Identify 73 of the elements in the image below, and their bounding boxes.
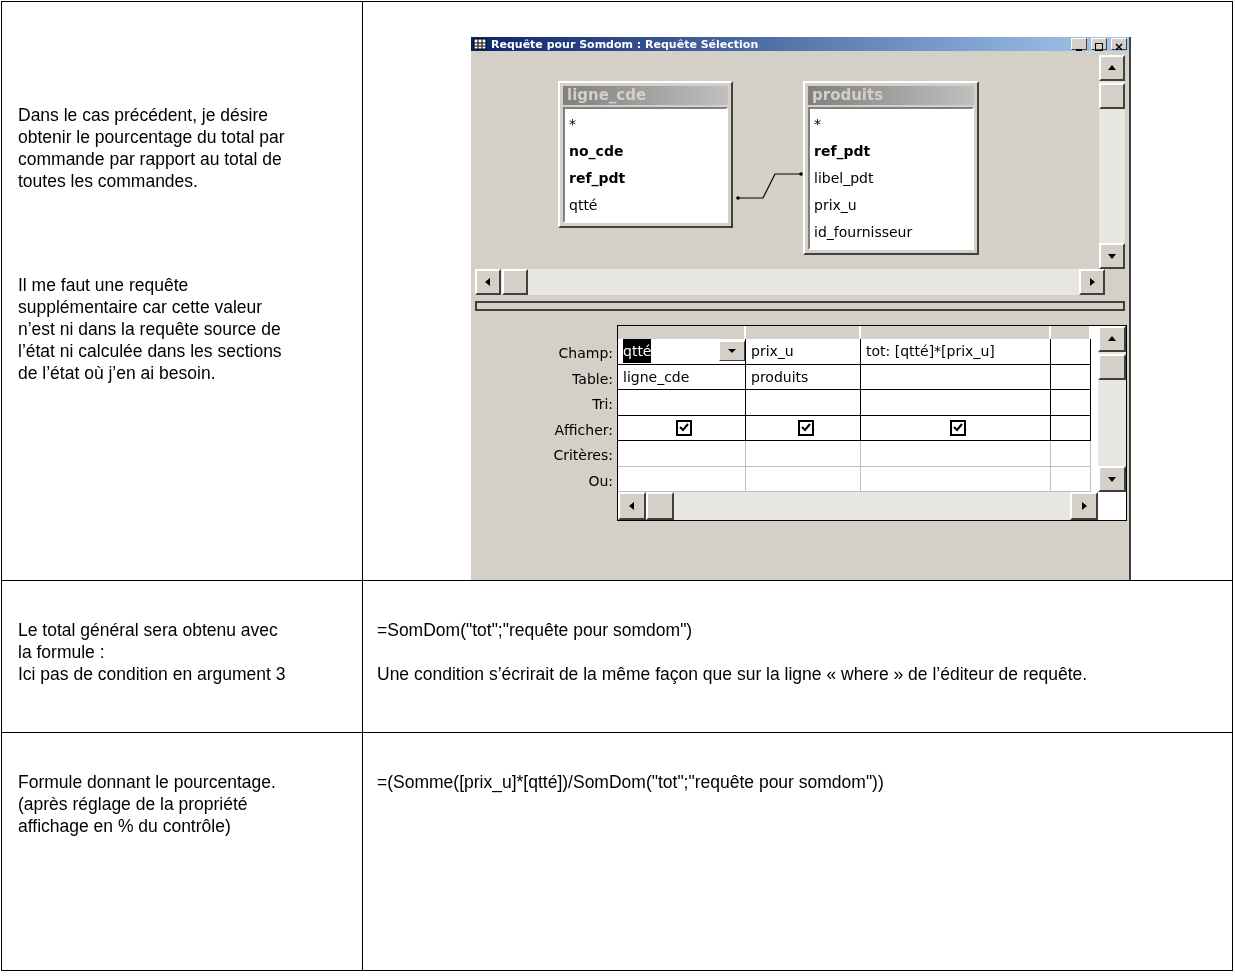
maximize-icon <box>1095 43 1103 51</box>
paragraph: Dans le cas précédent, je désire obtenir le pourcentage du total par commande par rapport au total de toutes les commandes. <box>18 104 286 192</box>
close-icon <box>1115 43 1123 51</box>
show-checkbox[interactable] <box>950 419 966 436</box>
grid-cell[interactable] <box>861 364 1051 390</box>
vertical-scrollbar[interactable] <box>1098 326 1126 492</box>
paragraph: Le total général sera obtenu avec la formule : <box>18 619 279 663</box>
scroll-thumb[interactable] <box>1099 83 1125 109</box>
grid-icon <box>473 38 487 50</box>
field-item[interactable]: * <box>569 111 722 138</box>
field-item[interactable]: ref_pdt <box>814 138 968 165</box>
grid-cell[interactable] <box>1051 364 1091 390</box>
paragraph: Une condition s’écrirait de la même façon que sur la ligne « where » de l’éditeur de requête. <box>377 663 1089 685</box>
scroll-right-button[interactable] <box>1079 269 1105 295</box>
row-label: Ou: <box>587 471 614 491</box>
grid-cell[interactable] <box>1051 390 1091 416</box>
paragraph: Formule donnant le pourcentage. <box>18 771 277 793</box>
show-checkbox[interactable] <box>676 419 692 436</box>
field-cell[interactable]: prix_u <box>746 339 861 365</box>
dropdown-button[interactable] <box>719 341 745 362</box>
scroll-left-button[interactable] <box>618 492 646 520</box>
horizontal-scrollbar[interactable] <box>618 492 1098 520</box>
scroll-up-button[interactable] <box>1098 326 1126 352</box>
scroll-thumb[interactable] <box>646 492 674 520</box>
scroll-down-button[interactable] <box>1099 243 1125 269</box>
close-button[interactable] <box>1111 38 1127 50</box>
table-cell[interactable]: produits <box>746 364 861 390</box>
field-item[interactable]: ref_pdt <box>569 165 722 192</box>
field-cell[interactable]: qtté <box>618 339 746 365</box>
vertical-scrollbar[interactable] <box>1099 55 1125 269</box>
scroll-thumb[interactable] <box>1098 354 1126 380</box>
table-cell[interactable]: ligne_cde <box>618 364 746 390</box>
horizontal-scrollbar[interactable] <box>475 269 1105 295</box>
table-title: ligne_cde <box>563 86 728 105</box>
field-item[interactable]: id_fournisseur <box>814 219 968 246</box>
table-card[interactable]: ligne_cde * no_cde ref_pdt qtté <box>558 81 733 228</box>
scroll-right-button[interactable] <box>1070 492 1098 520</box>
grid-cell[interactable] <box>1051 415 1091 441</box>
grid-cell[interactable] <box>1051 339 1091 365</box>
paragraph: (après réglage de la propriété affichage en % du contrôle) <box>18 793 249 837</box>
maximize-button[interactable] <box>1091 38 1107 50</box>
table-title: produits <box>808 86 974 105</box>
formula: =SomDom("tot";"requête pour somdom") <box>377 619 694 641</box>
formula: =(Somme([prix_u]*[qtté])/SomDom("tot";"requête pour somdom")) <box>377 771 885 793</box>
show-checkbox[interactable] <box>797 419 814 436</box>
grid-cell[interactable] <box>746 390 861 416</box>
paragraph: Ici pas de condition en argument 3 <box>18 663 287 685</box>
scroll-up-button[interactable] <box>1099 55 1125 81</box>
field-item[interactable]: prix_u <box>814 192 968 219</box>
grid-cell[interactable] <box>618 415 746 441</box>
field-cell[interactable]: tot: [qtté]*[prix_u] <box>861 339 1051 365</box>
scroll-down-button[interactable] <box>1098 466 1126 492</box>
scroll-left-button[interactable] <box>475 269 501 295</box>
pane-splitter[interactable] <box>475 301 1125 311</box>
scroll-thumb[interactable] <box>502 269 528 295</box>
row-label: Critères: <box>552 446 614 465</box>
row-label: Tri: <box>591 395 614 414</box>
grid-cell[interactable] <box>861 390 1051 416</box>
grid-cell[interactable] <box>861 415 1051 441</box>
grid-cell[interactable] <box>618 390 746 416</box>
row-label: Champ: <box>557 344 614 363</box>
field-item[interactable]: qtté <box>569 192 722 219</box>
caret-icon <box>728 348 736 354</box>
paragraph: Il me faut une requête supplémentaire car cette valeur n’est ni dans la requête source de l’état ni calculée dans les sections de l’état où j’en ai besoin. <box>18 274 283 384</box>
field-item[interactable]: * <box>814 111 968 138</box>
minimize-button[interactable] <box>1071 38 1087 50</box>
grid-cell[interactable] <box>746 415 861 441</box>
field-item[interactable]: libel_pdt <box>814 165 968 192</box>
table-card[interactable]: produits * ref_pdt libel_pdt prix_u id_fournisseur <box>803 81 979 255</box>
row-label: Afficher: <box>553 420 614 440</box>
field-item[interactable]: no_cde <box>569 138 722 165</box>
window-title: Requête pour Somdom : Requête Sélection <box>491 37 760 51</box>
row-label: Table: <box>571 369 614 389</box>
